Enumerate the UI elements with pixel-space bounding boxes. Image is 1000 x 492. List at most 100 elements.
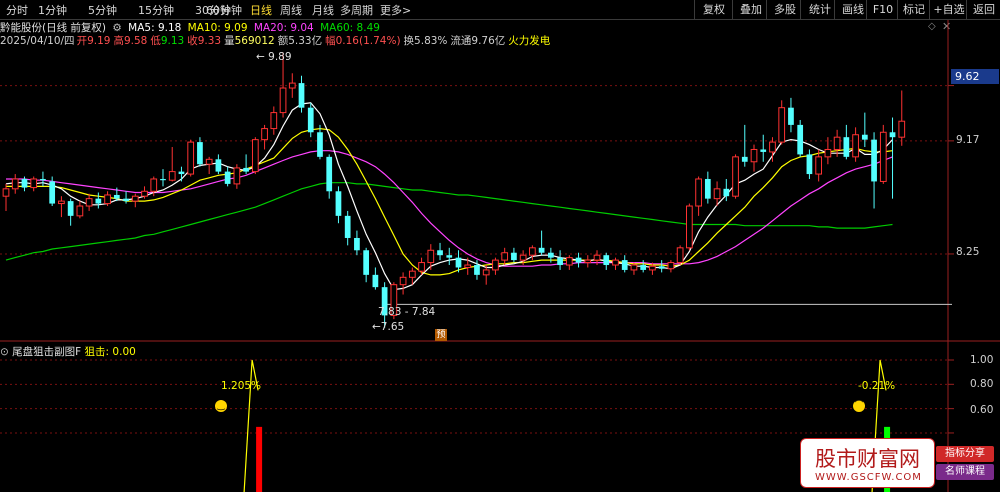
- forecast-badge: 预: [435, 329, 447, 341]
- candle-body: [649, 265, 656, 271]
- tab-more[interactable]: 更多>: [380, 2, 411, 18]
- candle-body: [474, 265, 480, 275]
- ma10-line: [6, 127, 893, 276]
- add-watchlist-button[interactable]: +自选: [929, 0, 968, 19]
- candle-body: [723, 188, 730, 197]
- candle-body: [686, 205, 693, 249]
- candle-body: [85, 198, 93, 207]
- turnover-label: 换: [403, 35, 415, 47]
- candle-body: [630, 264, 638, 271]
- price-chart[interactable]: [0, 0, 1000, 492]
- candle-body: [667, 262, 675, 270]
- fuquan-button[interactable]: 复权: [694, 0, 733, 19]
- tab-monthly[interactable]: 月线: [312, 2, 334, 18]
- collapse-icon[interactable]: ⊙: [0, 346, 9, 358]
- volume-value: 569012: [234, 35, 275, 47]
- volume-label: 量: [224, 35, 235, 47]
- candle-body: [363, 250, 370, 275]
- overlay-button[interactable]: 叠加: [732, 0, 769, 19]
- candle-body: [372, 274, 379, 288]
- candle-body: [307, 107, 314, 133]
- candle-body: [482, 269, 490, 276]
- candle-body: [898, 120, 906, 138]
- back-button[interactable]: 返回: [966, 0, 1000, 19]
- candle-body: [565, 257, 573, 266]
- candle-body: [160, 178, 166, 181]
- high-annotation: ← 9.89: [256, 51, 292, 63]
- candle-body: [76, 205, 84, 217]
- change-value: 0.16(1.74%): [335, 35, 401, 47]
- candle-body: [492, 259, 499, 271]
- candle-body: [621, 260, 628, 270]
- candle-body: [141, 190, 148, 197]
- candle-body: [335, 191, 342, 216]
- candle-body: [95, 198, 102, 204]
- candle-body: [538, 247, 545, 253]
- candle-body: [399, 276, 407, 286]
- candle-body: [298, 83, 305, 108]
- close-icon[interactable]: ✕: [942, 20, 951, 33]
- candle-body: [446, 255, 453, 258]
- mark-button[interactable]: 标记: [897, 0, 930, 19]
- tab-weekly[interactable]: 周线: [280, 2, 302, 18]
- candle-body: [769, 141, 776, 153]
- high-label: 高: [113, 35, 124, 47]
- f10-button[interactable]: F10: [866, 0, 899, 19]
- support-annotation: 7.83 - 7.84: [378, 306, 436, 318]
- candle-body: [205, 158, 213, 165]
- candle-body: [11, 178, 19, 190]
- candle-body: [871, 139, 877, 182]
- candle-body: [270, 112, 278, 130]
- candle-body: [58, 200, 65, 205]
- tab-multi-period[interactable]: 多周期: [340, 2, 373, 18]
- candle-body: [437, 250, 443, 256]
- candle-body: [824, 148, 832, 158]
- candle-body: [67, 201, 74, 216]
- watermark-logo: 股市财富网 WWW.GSCFW.COM: [800, 438, 935, 488]
- candle-body: [178, 171, 185, 175]
- candle-body: [187, 141, 195, 175]
- candle-body: [750, 148, 758, 163]
- tab-daily-label[interactable]: 日线: [250, 2, 272, 18]
- tab-5min[interactable]: 5分钟: [88, 2, 117, 18]
- candle-body: [168, 171, 176, 181]
- concept-tag[interactable]: 火力发电: [508, 35, 550, 47]
- watermark-tag: 名师课程: [936, 464, 994, 480]
- candle-body: [131, 195, 139, 202]
- current-price-tag: 9.62: [951, 69, 999, 84]
- candle-body: [464, 264, 472, 268]
- watermark-main: 股市财富网: [815, 447, 920, 471]
- sub-tick: 0.80: [970, 378, 994, 390]
- multi-stock-button[interactable]: 多股: [766, 0, 803, 19]
- tab-15min[interactable]: 15分钟: [138, 2, 174, 18]
- candle-body: [732, 156, 739, 197]
- low-label: 低: [150, 35, 161, 47]
- candle-body: [501, 252, 509, 261]
- tab-60min[interactable]: 60分钟: [206, 2, 242, 18]
- tab-fenshi[interactable]: 分时: [6, 2, 28, 18]
- signal-label: 狙击: 0.00: [84, 346, 136, 358]
- tab-1min[interactable]: 1分钟: [38, 2, 67, 18]
- candle-body: [519, 254, 527, 261]
- quote-info: 2025/04/10/四 开9.19 高9.58 低9.13 收9.33 量569012 额…: [0, 33, 553, 48]
- candle-body: [197, 142, 203, 165]
- diamond-icon[interactable]: ◇: [928, 21, 936, 32]
- candle-body: [21, 178, 28, 188]
- candle-body: [695, 178, 702, 207]
- candle-body: [251, 139, 259, 173]
- candle-body: [261, 128, 268, 141]
- candle-body: [788, 107, 794, 125]
- float-value: 9.76亿: [471, 35, 506, 47]
- candle-body: [815, 156, 823, 175]
- candle-body: [243, 167, 249, 172]
- ma5-line: [5, 102, 893, 291]
- ma60-line: [5, 182, 893, 261]
- float-label: 流通: [450, 35, 472, 47]
- candle-body: [224, 171, 231, 184]
- candle-body: [704, 178, 711, 199]
- change-label: 幅: [325, 35, 336, 47]
- signal-pct-1: 1.205%: [221, 380, 262, 392]
- candle-body: [889, 132, 896, 138]
- candle-body: [288, 82, 296, 89]
- candle-body: [843, 137, 850, 157]
